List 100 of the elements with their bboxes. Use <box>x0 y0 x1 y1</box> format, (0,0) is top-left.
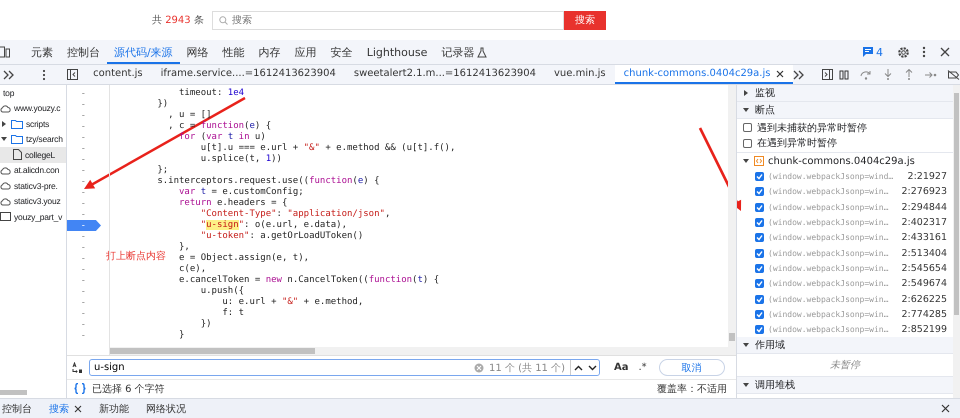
close-icon[interactable] <box>776 70 784 78</box>
line-marker[interactable]: - <box>67 198 101 209</box>
expand-arrow-icon[interactable] <box>742 381 750 390</box>
search-button[interactable]: 搜索 <box>564 10 606 30</box>
drawer-tab[interactable]: 搜索 <box>47 399 89 418</box>
file-tree-item[interactable]: staticv3.youz <box>14 196 61 206</box>
line-marker[interactable]: - <box>67 319 101 330</box>
checkbox[interactable] <box>755 310 764 319</box>
replace-toggle-icon[interactable] <box>72 362 83 374</box>
line-marker[interactable]: - <box>67 264 101 275</box>
step-over-icon[interactable] <box>860 70 872 80</box>
file-tab[interactable]: sweetalert2.1.m...=1612413623904 <box>344 65 546 84</box>
breakpoint-marker[interactable]: - <box>67 220 101 231</box>
more-icon[interactable] <box>42 68 46 80</box>
checkbox[interactable] <box>755 279 764 288</box>
checkbox[interactable] <box>743 138 752 148</box>
settings-icon[interactable] <box>897 46 910 58</box>
line-marker[interactable]: - <box>67 275 101 286</box>
line-marker[interactable]: - <box>67 132 101 143</box>
drawer-tab[interactable]: 控制台 <box>0 399 39 418</box>
checkbox[interactable] <box>755 172 764 182</box>
line-marker[interactable]: - <box>67 242 101 253</box>
file-tree-item[interactable]: top <box>3 88 14 98</box>
close-icon[interactable] <box>940 47 950 57</box>
device-toolbar-icon[interactable] <box>0 46 10 58</box>
pretty-print-icon[interactable] <box>74 383 86 394</box>
checkbox[interactable] <box>755 233 764 242</box>
line-marker[interactable]: - <box>67 286 101 297</box>
more-tabs-icon[interactable] <box>3 70 16 80</box>
panel-tab[interactable]: 安全 <box>324 40 360 64</box>
checkbox[interactable] <box>755 325 764 334</box>
panel-tab[interactable]: 应用 <box>288 40 324 64</box>
panel-tab[interactable]: 记录器 <box>434 40 494 64</box>
expand-arrow-icon[interactable] <box>742 106 750 114</box>
line-marker[interactable]: - <box>67 99 101 110</box>
issues-badge[interactable]: 4 <box>863 46 883 58</box>
search-bar[interactable]: u-sign 11 个 (共 11 个) <box>89 359 600 376</box>
line-marker[interactable]: - <box>67 110 101 121</box>
deactivate-breakpoints-icon[interactable] <box>947 70 960 80</box>
panel-tab[interactable]: 性能 <box>216 40 252 64</box>
scrollbar[interactable] <box>0 390 27 395</box>
line-marker[interactable]: - <box>67 143 101 154</box>
section-header[interactable]: 调用堆栈 <box>755 378 795 392</box>
panel-tab[interactable]: 网络 <box>180 40 216 64</box>
section-header[interactable]: 作用域 <box>755 338 785 352</box>
file-tree-item[interactable]: tzy/search <box>26 134 63 144</box>
match-case-toggle[interactable]: Aa <box>614 362 628 373</box>
scrollbar[interactable] <box>110 348 315 354</box>
step-out-icon[interactable] <box>905 69 913 80</box>
step-into-icon[interactable] <box>884 69 892 80</box>
file-tree-item[interactable]: www.youzy.c <box>14 103 60 114</box>
checkbox[interactable] <box>755 202 764 212</box>
line-marker[interactable]: - <box>67 297 101 308</box>
panel-tab[interactable]: 内存 <box>252 40 288 64</box>
sidebar-toggle-icon[interactable] <box>67 69 78 80</box>
close-icon[interactable] <box>941 404 950 413</box>
scrollbar[interactable] <box>954 93 959 315</box>
pause-icon[interactable] <box>839 70 849 80</box>
line-marker[interactable]: - <box>67 121 101 132</box>
file-tree-item[interactable]: youzy_part_v <box>14 212 62 222</box>
file-tab[interactable]: vue.min.js <box>545 65 615 84</box>
line-marker[interactable]: - <box>67 330 101 341</box>
panel-tab[interactable]: 元素 <box>24 40 60 64</box>
checkbox[interactable] <box>755 264 764 273</box>
close-icon[interactable] <box>74 404 82 412</box>
file-tree-item[interactable]: staticv3-pre. <box>14 180 58 191</box>
line-marker[interactable]: - <box>67 253 101 264</box>
regex-toggle[interactable]: .* <box>638 362 647 373</box>
step-icon[interactable] <box>925 70 937 78</box>
line-marker[interactable]: - <box>67 231 101 242</box>
section-header[interactable]: 断点 <box>755 103 775 117</box>
search-field[interactable]: 搜索 <box>212 10 564 30</box>
line-marker[interactable]: - <box>67 209 101 220</box>
panel-tab[interactable]: Lighthouse <box>360 40 434 64</box>
checkbox[interactable] <box>755 248 764 258</box>
file-tab[interactable]: content.js <box>84 65 152 84</box>
expand-arrow-icon[interactable] <box>742 341 750 350</box>
more-tabs-icon[interactable] <box>793 70 806 80</box>
line-marker[interactable]: - <box>67 165 101 176</box>
checkbox[interactable] <box>755 187 764 196</box>
more-icon[interactable] <box>922 46 926 58</box>
scrollbar[interactable] <box>729 333 735 341</box>
drawer-tab[interactable]: 新功能 <box>97 399 136 418</box>
checkbox[interactable] <box>743 123 752 132</box>
sidebar-toggle-icon[interactable] <box>822 69 834 80</box>
line-marker[interactable]: - <box>67 176 101 187</box>
file-tab[interactable]: chunk-commons.0404c29a.js <box>614 65 794 84</box>
file-tree-item[interactable]: scripts <box>26 118 50 129</box>
cancel-button[interactable]: 取消 <box>658 359 725 376</box>
section-header[interactable]: 监视 <box>755 86 775 100</box>
line-marker[interactable]: - <box>67 187 101 198</box>
expand-arrow-icon[interactable] <box>742 89 750 97</box>
file-tree-item[interactable]: at.alicdn.con <box>14 165 60 176</box>
file-tab[interactable]: iframe.service....=1612413623904 <box>152 65 345 84</box>
panel-tab[interactable]: 控制台 <box>60 40 107 64</box>
expand-arrow-icon[interactable] <box>742 157 750 165</box>
checkbox[interactable] <box>755 218 764 228</box>
line-marker[interactable]: - <box>67 308 101 319</box>
checkbox[interactable] <box>755 294 764 304</box>
line-marker[interactable]: - <box>67 154 101 165</box>
